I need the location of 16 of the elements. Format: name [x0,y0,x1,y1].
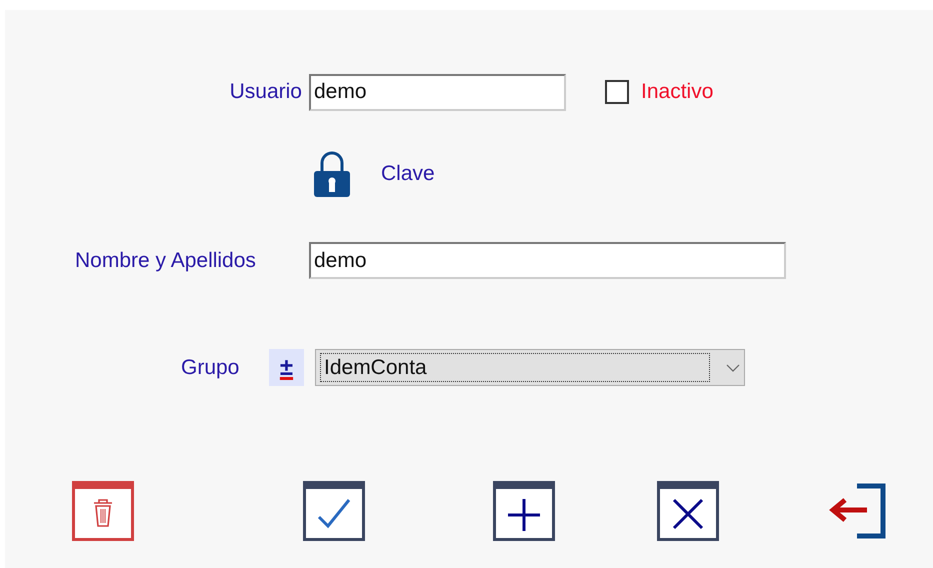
checkmark-icon[interactable] [303,481,365,541]
name-field[interactable]: demo [309,242,786,279]
close-icon[interactable] [657,481,719,541]
password-label[interactable]: Clave [381,162,435,186]
plus-icon[interactable] [493,481,555,541]
add-remove-button[interactable]: ± [269,349,304,386]
group-dropdown[interactable]: IdemConta [315,349,745,386]
exit-icon[interactable] [827,483,887,539]
trash-icon[interactable] [72,481,134,541]
group-label: Grupo [181,356,240,380]
name-label: Nombre y Apellidos [75,248,257,272]
user-field[interactable]: demo [309,74,566,110]
lock-icon[interactable] [313,150,351,198]
caret-icon [726,364,740,372]
user-label: Usuario [228,80,302,104]
inactive-label: Inactivo [641,80,714,104]
